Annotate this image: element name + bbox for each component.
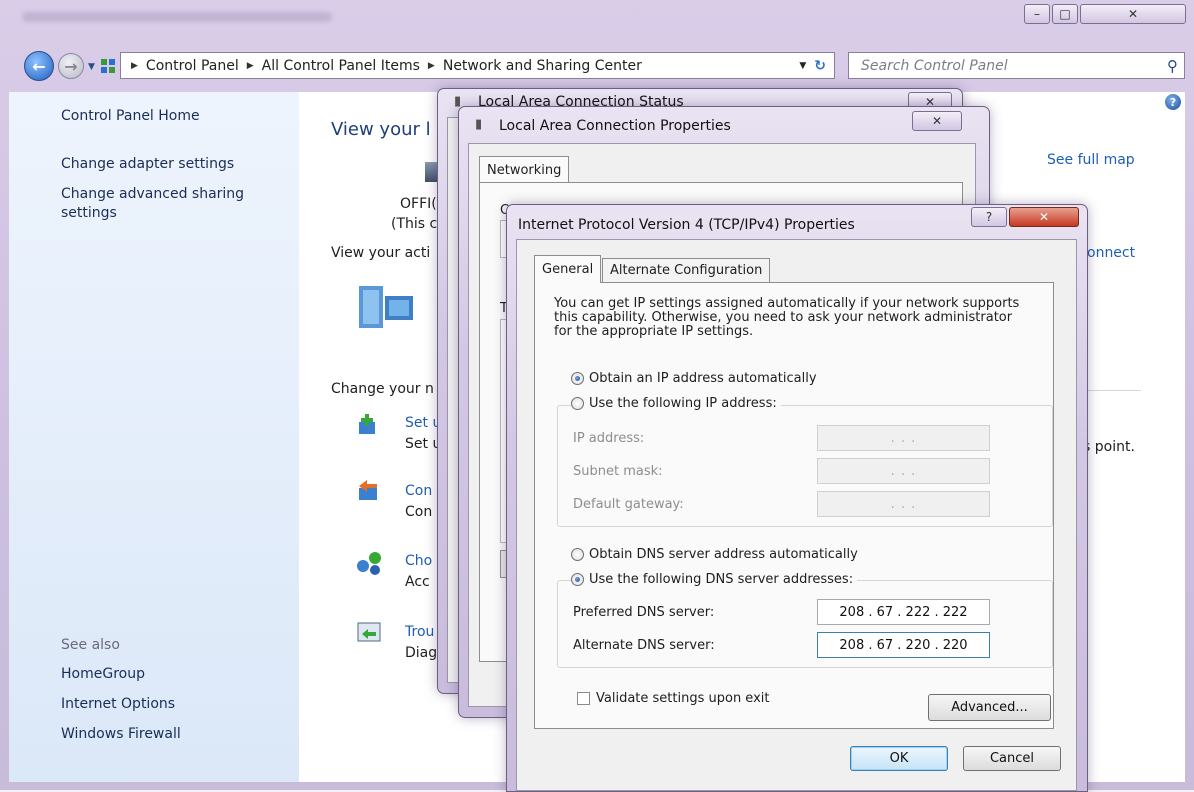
back-button[interactable]: ← [24, 51, 54, 81]
radio-unselected-icon [571, 548, 584, 561]
computer-subtitle: (This c [391, 216, 438, 232]
advanced-button[interactable]: Advanced... [928, 694, 1051, 721]
info-text: You can get IP settings assigned automat… [554, 297, 1044, 339]
see-also-homegroup[interactable]: HomeGroup [61, 666, 145, 682]
maximize-button[interactable]: □ [1052, 4, 1078, 24]
breadcrumb-network-sharing[interactable]: Network and Sharing Center [443, 58, 642, 74]
validate-settings-checkbox[interactable]: Validate settings upon exit [577, 691, 769, 706]
control-panel-icon [100, 58, 116, 74]
computer-name: OFFI( [400, 196, 437, 212]
ip-address-label: IP address: [573, 431, 645, 446]
alternate-dns-label: Alternate DNS server: [573, 638, 715, 653]
sidebar-link-adapter[interactable]: Change adapter settings [61, 156, 234, 172]
see-also-internet-options[interactable]: Internet Options [61, 696, 175, 712]
sidebar-link-sharing[interactable]: Change advanced sharing [61, 186, 244, 202]
properties-dialog-title: Local Area Connection Properties [499, 118, 731, 134]
use-ip-radio[interactable]: Use the following IP address: [571, 396, 781, 411]
network-icon [357, 282, 417, 332]
breadcrumb-separator-icon: ▶ [131, 60, 138, 71]
back-arrow-icon: ← [32, 56, 46, 76]
page-title: View your l [331, 119, 431, 140]
access-point-text: s point. [1083, 439, 1135, 455]
see-also-windows-firewall[interactable]: Windows Firewall [61, 726, 181, 742]
homegroup-icon [355, 550, 383, 576]
radio-unselected-icon [571, 397, 584, 410]
radio-selected-icon [571, 573, 584, 586]
network-adapter-icon: ▮ [475, 117, 483, 132]
obtain-dns-auto-label: Obtain DNS server address automatically [589, 547, 858, 562]
active-networks-heading: View your acti [331, 245, 431, 261]
breadcrumb-separator-icon: ▶ [427, 60, 435, 71]
use-ip-label: Use the following IP address: [589, 396, 777, 411]
divider [1079, 390, 1141, 391]
refresh-icon[interactable]: ↻ [814, 58, 826, 74]
task-2-desc: Con [405, 504, 433, 520]
task-3-link[interactable]: Cho [405, 553, 432, 569]
task-4-desc: Diag [405, 645, 438, 661]
forward-button[interactable]: → [58, 53, 84, 79]
setup-connection-icon [357, 414, 383, 438]
search-input[interactable]: Search Control Panel ⚲ [848, 52, 1185, 79]
change-settings-heading: Change your n [331, 381, 434, 397]
obtain-ip-auto-radio[interactable]: Obtain an IP address automatically [571, 371, 817, 386]
properties-dialog-close-button[interactable]: ✕ [912, 111, 962, 131]
subnet-mask-label: Subnet mask: [573, 464, 663, 479]
cancel-button[interactable]: Cancel [963, 746, 1061, 771]
tab-general[interactable]: General [534, 255, 602, 283]
ipv4-dialog-body: General Alternate Configuration You can … [516, 239, 1077, 791]
minimize-button[interactable]: – [1024, 4, 1050, 24]
ipv4-help-button[interactable]: ? [971, 207, 1007, 227]
info-line-3: for the appropriate IP settings. [554, 324, 754, 339]
navigation-bar: ← → ▼ ▶ Control Panel ▶ All Control Pane… [0, 48, 1194, 84]
info-line-2: this capability. Otherwise, you need to … [554, 310, 1013, 325]
default-gateway-label: Default gateway: [573, 497, 684, 512]
tab-alternate-configuration[interactable]: Alternate Configuration [602, 258, 771, 283]
troubleshoot-icon [357, 622, 381, 644]
sidebar: Control Panel Home Change adapter settin… [9, 92, 299, 782]
connect-link[interactable]: onnect [1087, 245, 1135, 261]
validate-settings-label: Validate settings upon exit [596, 691, 770, 706]
ipv4-close-button[interactable]: ✕ [1009, 207, 1079, 227]
checkbox-unchecked-icon [577, 692, 590, 705]
task-2-link[interactable]: Con [405, 483, 432, 499]
preferred-dns-field[interactable]: 208 . 67 . 222 . 222 [817, 599, 990, 625]
search-icon[interactable]: ⚲ [1167, 57, 1178, 75]
obtain-ip-auto-label: Obtain an IP address automatically [589, 371, 817, 386]
use-dns-label: Use the following DNS server addresses: [589, 572, 854, 587]
ok-button[interactable]: OK [850, 746, 948, 771]
ipv4-dialog-title: Internet Protocol Version 4 (TCP/IPv4) P… [518, 217, 855, 233]
general-tab-panel: You can get IP settings assigned automat… [534, 282, 1054, 729]
info-line-1: You can get IP settings assigned automat… [554, 296, 1020, 311]
breadcrumb-control-panel[interactable]: Control Panel [146, 58, 239, 74]
ipv4-properties-dialog: Internet Protocol Version 4 (TCP/IPv4) P… [506, 204, 1088, 792]
radio-selected-icon [571, 372, 584, 385]
subnet-mask-field[interactable]: . . . [817, 458, 990, 484]
task-1-link[interactable]: Set u [405, 415, 441, 431]
preferred-dns-label: Preferred DNS server: [573, 605, 715, 620]
ip-address-field[interactable]: . . . [817, 425, 990, 451]
window-title-blurred [22, 12, 332, 22]
sidebar-link-sharing-cont[interactable]: settings [61, 205, 117, 221]
help-icon[interactable]: ? [1165, 94, 1181, 110]
default-gateway-field[interactable]: . . . [817, 491, 990, 517]
see-full-map-link[interactable]: See full map [1047, 152, 1135, 168]
task-1-desc: Set u [405, 436, 442, 452]
tab-networking[interactable]: Networking [479, 156, 570, 183]
use-dns-radio[interactable]: Use the following DNS server addresses: [571, 572, 858, 587]
breadcrumb-all-items[interactable]: All Control Panel Items [262, 58, 420, 74]
forward-arrow-icon: → [64, 56, 78, 76]
recent-pages-chevron-icon[interactable]: ▼ [88, 62, 95, 72]
search-placeholder: Search Control Panel [861, 57, 1008, 74]
breadcrumb-separator-icon: ▶ [246, 60, 254, 71]
close-button[interactable]: ✕ [1080, 4, 1186, 24]
see-also-label: See also [61, 637, 120, 653]
connect-network-icon [357, 480, 383, 504]
address-dropdown-icon[interactable]: ▼ [799, 61, 806, 71]
sidebar-home-link[interactable]: Control Panel Home [61, 108, 200, 124]
task-4-link[interactable]: Trou [405, 624, 434, 640]
address-bar[interactable]: ▶ Control Panel ▶ All Control Panel Item… [120, 52, 835, 79]
task-3-desc: Acc [405, 574, 430, 590]
obtain-dns-auto-radio[interactable]: Obtain DNS server address automatically [571, 547, 858, 562]
alternate-dns-field[interactable]: 208 . 67 . 220 . 220 [817, 632, 990, 658]
